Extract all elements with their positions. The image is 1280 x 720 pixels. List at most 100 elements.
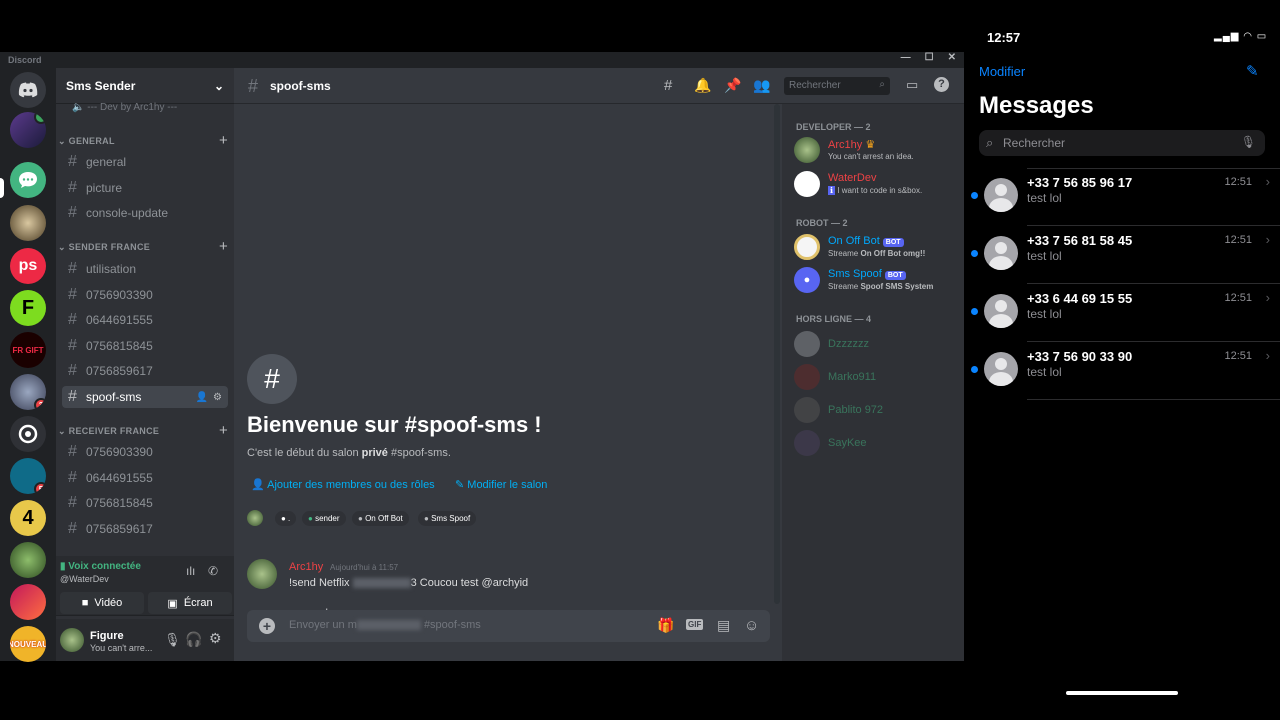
conversation-row[interactable]: +33 6 44 69 15 55 test lol 12:51 › — [964, 284, 1280, 342]
conversation-row[interactable]: +33 7 56 81 58 45 test lol 12:51 › — [964, 226, 1280, 284]
plus-upload-icon[interactable]: + — [259, 618, 275, 634]
invite-icon[interactable]: 👤 — [196, 392, 208, 403]
conversation-row[interactable]: +33 7 56 85 96 17 test lol 12:51 › — [964, 168, 1280, 226]
status-time: 12:57 — [987, 30, 1021, 45]
pin-icon[interactable]: 📌 — [724, 77, 741, 94]
microphone-icon[interactable]: 🎙 — [1241, 135, 1256, 149]
channel-console-update[interactable]: # console-update — [62, 202, 228, 224]
member-item[interactable]: SayKee — [794, 430, 959, 462]
server-avatar-8[interactable]: 3 — [10, 374, 46, 410]
chevron-down-icon: ⌄ — [213, 79, 224, 93]
server-avatar-1[interactable] — [10, 112, 46, 148]
role-pill: ● . — [275, 511, 297, 526]
gif-icon[interactable]: GIF — [686, 619, 704, 630]
hash-icon: # — [68, 286, 77, 303]
search-input[interactable]: Rechercher ⌕ — [784, 77, 890, 95]
channel-receiver-3[interactable]: #0756815845 — [62, 492, 228, 514]
headphones-icon[interactable]: 🎧 — [185, 631, 202, 648]
emoji-icon[interactable]: ☺ — [744, 617, 759, 634]
edit-button[interactable]: Modifier — [979, 64, 1025, 79]
channel-sender-1[interactable]: #0756903390 — [62, 284, 228, 306]
contact-avatar — [984, 294, 1018, 328]
app-title: Discord — [8, 55, 42, 65]
member-item[interactable]: WaterDev ℹ I want to code in s&box. — [794, 171, 959, 203]
channel-sender-3[interactable]: #0756815845 — [62, 335, 228, 357]
avatar — [794, 397, 820, 423]
category-general[interactable]: ⌄ GENERAL + — [58, 133, 228, 148]
chat-bubble-icon[interactable] — [10, 162, 46, 198]
video-button[interactable]: ■ Vidéo — [60, 592, 144, 614]
member-item[interactable]: Marko911 — [794, 364, 959, 396]
chat-area: # spoof-sms # 🔔 📌 👥 Rechercher ⌕ ▭ ? # Bi… — [234, 68, 964, 661]
category-receiver-france[interactable]: ⌄ RECEIVER FRANCE + — [58, 423, 228, 438]
add-channel-icon[interactable]: + — [219, 239, 228, 254]
threads-icon[interactable]: # — [664, 77, 672, 94]
server-avatar-gift[interactable]: FR GIFT — [10, 332, 46, 368]
server-avatar-ps[interactable]: ps — [10, 248, 46, 284]
search-field[interactable]: ⌕ Rechercher 🎙 — [979, 130, 1265, 156]
soundwave-icon[interactable]: ılı — [186, 564, 195, 578]
server-avatar-4[interactable]: 4 — [10, 500, 46, 536]
bell-icon[interactable]: 🔔 — [694, 77, 711, 94]
hash-icon: # — [68, 337, 77, 354]
home-indicator[interactable] — [1066, 691, 1178, 695]
minimize-icon[interactable]: — — [901, 52, 911, 68]
member-item[interactable]: On Off Bot BOT Streame On Off Bot omg!! — [794, 234, 959, 266]
disconnect-icon[interactable]: ✆ — [208, 564, 218, 578]
channel-picture[interactable]: # picture — [62, 177, 228, 199]
chat-scrollbar[interactable] — [774, 104, 780, 604]
message-author[interactable]: Arc1hy — [289, 561, 323, 573]
screen-share-button[interactable]: ▣ Écran — [148, 592, 232, 614]
channel-utilisation[interactable]: # utilisation — [62, 258, 228, 280]
channel-spoof-sms[interactable]: # spoof-sms 👤 ⚙ — [62, 386, 228, 408]
compose-icon[interactable]: ✎ — [1246, 62, 1259, 80]
edit-channel-link[interactable]: ✎ Modifier le salon — [455, 478, 547, 491]
avatar[interactable] — [247, 559, 277, 589]
avatar[interactable] — [60, 628, 84, 652]
server-name: Sms Sender — [66, 79, 136, 93]
members-icon[interactable]: 👥 — [753, 77, 770, 94]
gear-icon[interactable]: ⚙ — [213, 392, 222, 403]
channel-receiver-1[interactable]: #0756903390 — [62, 441, 228, 463]
add-channel-icon[interactable]: + — [219, 423, 228, 438]
category-sender-france[interactable]: ⌄ SENDER FRANCE + — [58, 239, 228, 254]
server-avatar-9[interactable] — [10, 416, 46, 452]
server-avatar-3[interactable] — [10, 205, 46, 241]
maximize-icon[interactable]: ☐ — [925, 52, 934, 68]
contact-avatar — [984, 352, 1018, 386]
server-avatar-10[interactable]: 5 — [10, 458, 46, 494]
channel-receiver-4[interactable]: #0756859617 — [62, 518, 228, 540]
channel-sender-2[interactable]: #0644691555 — [62, 309, 228, 331]
chevron-right-icon: › — [1265, 174, 1270, 189]
hash-icon: # — [68, 388, 77, 405]
server-avatar-nouveau[interactable]: NOUVEAU — [10, 626, 46, 662]
member-group-title: DEVELOPER — 2 — [796, 122, 871, 132]
microphone-icon[interactable]: 🎙 — [164, 632, 181, 648]
server-avatar-13[interactable] — [10, 584, 46, 620]
avatar — [794, 171, 820, 197]
member-item[interactable]: Dzzzzzz — [794, 331, 959, 363]
home-icon[interactable] — [10, 72, 46, 108]
channel-general[interactable]: # general — [62, 151, 228, 173]
message-composer[interactable]: + Envoyer un m #spoof-sms 🎁 GIF ▤ ☺ — [247, 610, 770, 642]
ios-messages-panel: 12:57 ▂▄▆ ◠ ▭ Modifier ✎ Messages ⌕ Rech… — [964, 0, 1280, 720]
conversation-row[interactable]: +33 7 56 90 33 90 test lol 12:51 › — [964, 342, 1280, 400]
server-avatar-f[interactable]: F — [10, 290, 46, 326]
member-item[interactable]: Pablito 972 — [794, 397, 959, 429]
help-icon[interactable]: ? — [934, 77, 949, 92]
sticker-icon[interactable]: ▤ — [717, 617, 730, 634]
member-item[interactable]: Arc1hy ♛ You can't arrest an idea. — [794, 137, 959, 169]
channel-sender-4[interactable]: #0756859617 — [62, 360, 228, 382]
add-channel-icon[interactable]: + — [219, 133, 228, 148]
close-icon[interactable]: ✕ — [948, 52, 956, 68]
partial-channel[interactable]: 🔈 --- Dev by Arc1hy --- — [72, 102, 177, 113]
inbox-icon[interactable]: ▭ — [906, 77, 918, 93]
server-avatar-12[interactable] — [10, 542, 46, 578]
contact-avatar — [984, 236, 1018, 270]
settings-gear-icon[interactable]: ⚙ — [209, 630, 222, 647]
add-members-link[interactable]: 👤 Ajouter des membres ou des rôles — [251, 478, 435, 491]
server-header[interactable]: Sms Sender ⌄ — [56, 68, 234, 104]
member-item[interactable]: ● Sms Spoof BOT Streame Spoof SMS System — [794, 267, 959, 299]
channel-receiver-2[interactable]: #0644691555 — [62, 467, 228, 489]
gift-icon[interactable]: 🎁 — [657, 617, 674, 634]
